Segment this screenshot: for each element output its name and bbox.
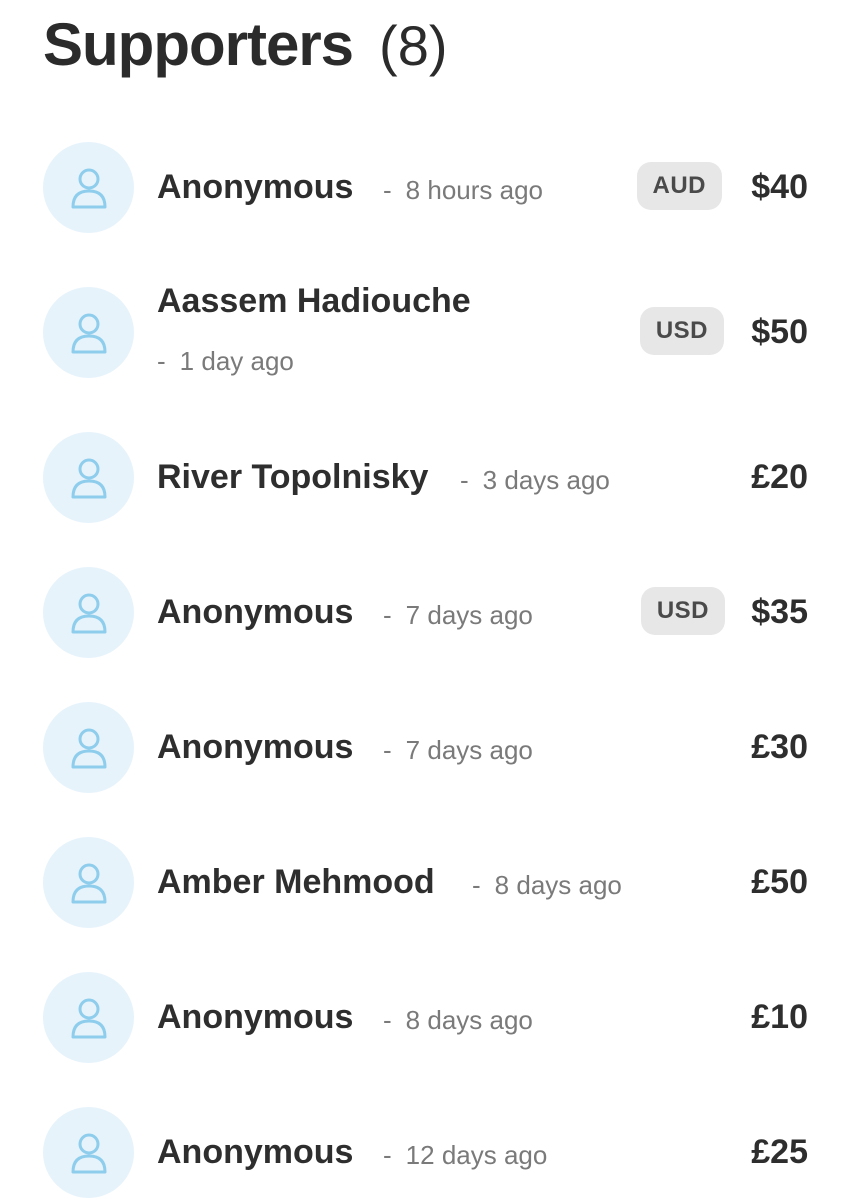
supporter-name: Aassem Hadiouche	[157, 282, 471, 320]
time-ago: 1 day ago	[179, 346, 294, 376]
supporter-row[interactable]: River Topolnisky -3 days ago £20	[0, 427, 852, 527]
page-header: Supporters (8)	[43, 10, 448, 80]
supporter-row[interactable]: Anonymous -7 days ago USD $35	[0, 562, 852, 662]
supporter-name: Anonymous	[157, 168, 354, 206]
currency-badge: USD	[640, 587, 725, 635]
supporter-name: River Topolnisky	[157, 458, 429, 496]
supporter-name: Anonymous	[157, 593, 354, 631]
avatar	[43, 287, 134, 378]
separator-dash: -	[383, 735, 392, 765]
time-ago: 3 days ago	[482, 465, 610, 495]
user-icon	[69, 456, 109, 500]
donation-amount: £25	[751, 1133, 808, 1171]
separator-dash: -	[383, 1005, 392, 1035]
supporter-time: -12 days ago	[383, 1140, 547, 1171]
supporter-count: (8)	[379, 14, 448, 77]
currency-badge: AUD	[636, 162, 722, 210]
avatar	[43, 972, 134, 1063]
donation-amount: $35	[751, 593, 808, 631]
time-ago: 8 days ago	[405, 1005, 533, 1035]
separator-dash: -	[460, 465, 469, 495]
supporter-time: -8 hours ago	[383, 175, 543, 206]
supporter-time: -8 days ago	[383, 1005, 533, 1036]
supporter-name: Anonymous	[157, 728, 354, 766]
avatar	[43, 837, 134, 928]
avatar	[43, 702, 134, 793]
user-icon	[69, 166, 109, 210]
donation-amount: £30	[751, 728, 808, 766]
donation-amount: $40	[751, 168, 808, 206]
user-icon	[69, 1131, 109, 1175]
donation-amount: £10	[751, 998, 808, 1036]
separator-dash: -	[383, 175, 392, 205]
separator-dash: -	[157, 346, 166, 376]
time-ago: 7 days ago	[405, 600, 533, 630]
supporter-row[interactable]: Anonymous -8 hours ago AUD $40	[0, 137, 852, 237]
user-icon	[69, 861, 109, 905]
separator-dash: -	[383, 1140, 392, 1170]
avatar	[43, 1107, 134, 1198]
time-ago: 8 days ago	[494, 870, 622, 900]
supporter-time: -7 days ago	[383, 735, 533, 766]
supporter-time: -3 days ago	[460, 465, 610, 496]
separator-dash: -	[383, 600, 392, 630]
page-title: Supporters	[43, 11, 354, 78]
user-icon	[69, 996, 109, 1040]
avatar	[43, 567, 134, 658]
supporter-time: -1 day ago	[157, 346, 294, 377]
user-icon	[69, 311, 109, 355]
supporter-row[interactable]: Anonymous -7 days ago £30	[0, 697, 852, 797]
supporter-row[interactable]: Anonymous -12 days ago £25	[0, 1102, 852, 1202]
supporter-name: Amber Mehmood	[157, 863, 435, 901]
supporter-row[interactable]: Anonymous -8 days ago £10	[0, 967, 852, 1067]
supporter-name: Anonymous	[157, 1133, 354, 1171]
avatar	[43, 432, 134, 523]
user-icon	[69, 726, 109, 770]
supporter-name: Anonymous	[157, 998, 354, 1036]
supporter-time: -7 days ago	[383, 600, 533, 631]
supporter-time: -8 days ago	[472, 870, 622, 901]
donation-amount: £20	[751, 458, 808, 496]
time-ago: 8 hours ago	[405, 175, 543, 205]
separator-dash: -	[472, 870, 481, 900]
time-ago: 7 days ago	[405, 735, 533, 765]
user-icon	[69, 591, 109, 635]
supporter-row[interactable]: Amber Mehmood -8 days ago £50	[0, 832, 852, 932]
supporter-row[interactable]: Aassem Hadiouche -1 day ago USD $50	[0, 282, 852, 382]
time-ago: 12 days ago	[405, 1140, 548, 1170]
donation-amount: $50	[751, 313, 808, 351]
currency-badge: USD	[639, 307, 724, 355]
donation-amount: £50	[751, 863, 808, 901]
avatar	[43, 142, 134, 233]
